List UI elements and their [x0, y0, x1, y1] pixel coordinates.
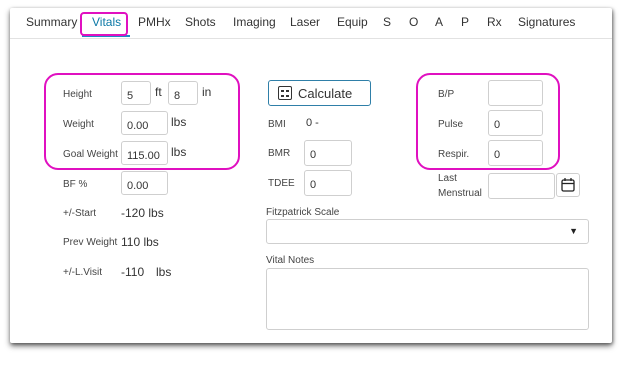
weight-label: Weight — [63, 119, 94, 130]
chevron-down-icon: ▼ — [569, 226, 578, 236]
tdee-input[interactable]: 0 — [304, 170, 352, 196]
tab-summary[interactable]: Summary — [26, 15, 77, 29]
vitals-panel: Summary Vitals PMHx Shots Imaging Laser … — [10, 8, 612, 343]
respir-input[interactable]: 0 — [488, 140, 543, 166]
last-menstrual-input[interactable] — [488, 173, 555, 199]
tab-shots[interactable]: Shots — [185, 15, 216, 29]
tab-equip[interactable]: Equip — [337, 15, 368, 29]
bf-label: BF % — [63, 179, 88, 190]
tdee-label: TDEE — [268, 178, 295, 189]
vital-notes-textarea[interactable] — [266, 268, 589, 330]
last-visit-value: -110 — [121, 265, 145, 279]
goal-weight-unit: lbs — [171, 145, 187, 159]
bf-input[interactable]: 0.00 — [121, 171, 168, 195]
last-menstrual-label-line1: Last — [438, 173, 457, 184]
pulse-input[interactable]: 0 — [488, 110, 543, 136]
height-feet-input[interactable]: 5 — [121, 81, 151, 105]
calculate-button[interactable]: Calculate — [268, 80, 371, 106]
tab-s[interactable]: S — [383, 15, 391, 29]
tab-imaging[interactable]: Imaging — [233, 15, 276, 29]
height-inches-input[interactable]: 8 — [168, 81, 198, 105]
last-visit-label: +/-L.Visit — [63, 267, 102, 278]
calendar-icon — [561, 178, 575, 192]
bmi-label: BMI — [268, 119, 286, 130]
feet-unit: ft — [155, 85, 162, 99]
bmr-label: BMR — [268, 148, 291, 159]
calculate-label: Calculate — [298, 86, 353, 101]
fitzpatrick-select[interactable]: ▼ — [266, 219, 589, 244]
tab-a[interactable]: A — [435, 15, 443, 29]
calendar-button[interactable] — [556, 173, 580, 197]
prev-weight-label: Prev Weight — [63, 237, 118, 248]
goal-weight-label: Goal Weight — [63, 149, 118, 160]
tab-highlight-annotation — [80, 12, 128, 36]
tab-rx[interactable]: Rx — [487, 15, 502, 29]
tab-o[interactable]: O — [409, 15, 418, 29]
bp-label: B/P — [438, 89, 455, 100]
respir-label: Respir. — [438, 149, 470, 160]
start-label: +/-Start — [63, 208, 97, 219]
last-visit-unit: lbs — [156, 265, 172, 279]
tab-signatures[interactable]: Signatures — [518, 15, 575, 29]
fitzpatrick-label: Fitzpatrick Scale — [266, 207, 340, 218]
tab-pmhx[interactable]: PMHx — [138, 15, 171, 29]
bp-input[interactable] — [488, 80, 543, 106]
tab-laser[interactable]: Laser — [290, 15, 320, 29]
prev-weight-value: 110 lbs — [121, 235, 159, 249]
calculator-icon — [278, 86, 292, 100]
bmr-input[interactable]: 0 — [304, 140, 352, 166]
weight-unit: lbs — [171, 115, 187, 129]
bmi-value: 0 - — [306, 117, 319, 129]
goal-weight-input[interactable]: 115.00 — [121, 141, 168, 165]
start-value: -120 lbs — [121, 206, 164, 220]
weight-input[interactable]: 0.00 — [121, 111, 168, 135]
height-label: Height — [63, 89, 92, 100]
last-menstrual-label-line2: Menstrual — [438, 188, 482, 199]
pulse-label: Pulse — [438, 119, 464, 130]
tab-p[interactable]: P — [461, 15, 469, 29]
inches-unit: in — [202, 85, 212, 99]
tab-bar: Summary Vitals PMHx Shots Imaging Laser … — [10, 8, 612, 39]
vital-notes-label: Vital Notes — [266, 255, 315, 266]
